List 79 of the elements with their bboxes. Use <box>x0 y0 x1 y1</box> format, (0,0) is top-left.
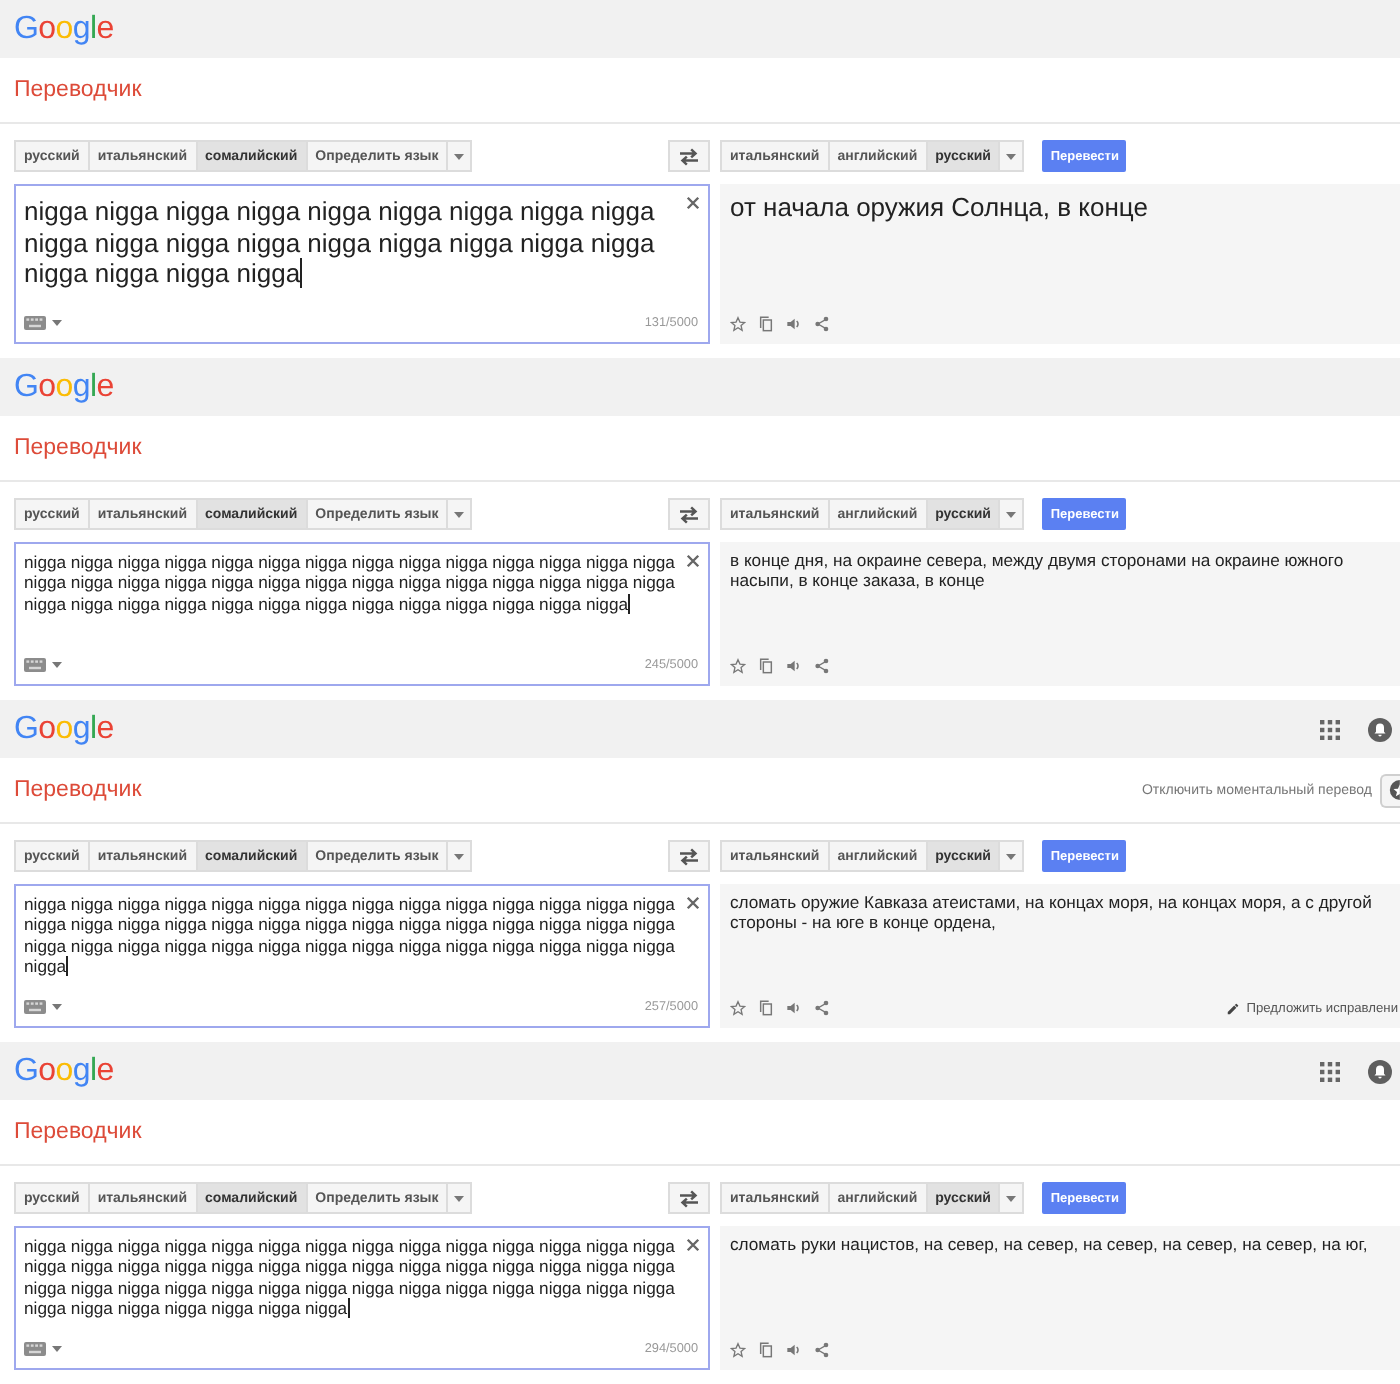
caret-icon <box>454 1195 465 1201</box>
swap-languages-button[interactable] <box>668 498 710 530</box>
text-cursor <box>66 956 69 976</box>
language-dropdown-button[interactable] <box>446 840 473 872</box>
star-icon <box>1388 780 1400 800</box>
language-dropdown-button[interactable] <box>998 840 1025 872</box>
app-title: Переводчик <box>14 436 142 460</box>
swap-languages-button[interactable] <box>668 140 710 172</box>
speaker-icon[interactable] <box>786 658 802 674</box>
text-cursor <box>347 1298 350 1318</box>
translation-text: в конце дня, на окраине севера, между двумя сторонами на окраине южного насыпи, в конце заказа, в конце <box>730 550 1346 592</box>
bell-icon[interactable] <box>1368 1059 1392 1083</box>
caret-icon <box>454 153 465 159</box>
app-title: Переводчик <box>14 778 142 802</box>
caret-icon <box>1006 853 1017 859</box>
speaker-icon[interactable] <box>786 316 802 332</box>
copy-icon[interactable] <box>758 1342 774 1358</box>
caret-icon <box>454 853 465 859</box>
caret-icon <box>1006 153 1017 159</box>
text-cursor <box>628 594 631 614</box>
language-dropdown-button[interactable] <box>998 140 1025 172</box>
caret-icon <box>1006 511 1017 517</box>
google-logo[interactable]: Google <box>14 11 114 47</box>
phrasebook-button[interactable] <box>1380 773 1400 807</box>
app-title: Переводчик <box>14 78 142 102</box>
swap-languages-button[interactable] <box>668 840 710 872</box>
google-logo[interactable]: Google <box>14 369 114 405</box>
swap-arrows-icon <box>678 1189 700 1207</box>
google-logo[interactable]: Google <box>14 1053 114 1089</box>
text-cursor <box>300 258 303 288</box>
language-dropdown-button[interactable] <box>446 1182 473 1214</box>
share-icon[interactable] <box>814 1342 830 1358</box>
star-icon[interactable] <box>730 658 746 674</box>
language-dropdown-button[interactable] <box>446 498 473 530</box>
source-text-field[interactable]: nigga nigga nigga nigga nigga nigga nigga nigga nigga nigga nigga nigga nigga nigga nigga nigga nigga nigga nigga nigga nigga nigga nigga nigga nigga nigga nigga nigga nigga nigga nigga nigga nigga nigga nigga nigga nigga nigga nigga nigga nigga <box>24 552 708 650</box>
keyboard-icon[interactable] <box>24 315 46 329</box>
swap-arrows-icon <box>678 147 700 165</box>
language-dropdown-button[interactable] <box>998 498 1025 530</box>
clear-icon[interactable] <box>686 196 700 210</box>
clear-icon[interactable] <box>686 1238 700 1252</box>
star-icon[interactable] <box>730 1342 746 1358</box>
apps-grid-icon[interactable] <box>1320 1061 1340 1081</box>
caret-icon[interactable] <box>52 661 62 667</box>
apps-grid-icon[interactable] <box>1320 719 1340 739</box>
caret-icon <box>454 511 465 517</box>
caret-icon[interactable] <box>52 1345 62 1351</box>
share-icon[interactable] <box>814 658 830 674</box>
keyboard-icon[interactable] <box>24 999 46 1013</box>
clear-icon[interactable] <box>686 554 700 568</box>
app-title: Переводчик <box>14 1120 142 1144</box>
caret-icon <box>1006 1195 1017 1201</box>
swap-arrows-icon <box>678 505 700 523</box>
speaker-icon[interactable] <box>786 1342 802 1358</box>
translation-text: сломать руки нацистов, на север, на север, на север, на север, на север, на юг, <box>730 1234 1370 1255</box>
pencil-icon <box>1226 1001 1241 1015</box>
language-dropdown-button[interactable] <box>998 1182 1025 1214</box>
source-text-field[interactable]: nigga nigga nigga nigga nigga nigga nigga nigga nigga nigga nigga nigga nigga nigga nigga nigga nigga nigga nigga nigga nigga nigga <box>24 196 708 308</box>
star-icon[interactable] <box>730 1000 746 1016</box>
copy-icon[interactable] <box>758 658 774 674</box>
bell-icon[interactable] <box>1368 717 1392 741</box>
copy-icon[interactable] <box>758 316 774 332</box>
keyboard-icon[interactable] <box>24 1341 46 1355</box>
translation-text: от начала оружия Солнца, в конце <box>730 192 1150 223</box>
swap-arrows-icon <box>678 847 700 865</box>
caret-icon[interactable] <box>52 319 62 325</box>
source-text-field[interactable]: nigga nigga nigga nigga nigga nigga nigga nigga nigga nigga nigga nigga nigga nigga nigga nigga nigga nigga nigga nigga nigga nigga nigga nigga nigga nigga nigga nigga nigga nigga nigga nigga nigga nigga nigga nigga nigga nigga nigga nigga nigga nigga nigga nigga nigga nigga nigga nigga nigga <box>24 1236 708 1334</box>
language-dropdown-button[interactable] <box>446 140 473 172</box>
share-icon[interactable] <box>814 1000 830 1016</box>
caret-icon[interactable] <box>52 1003 62 1009</box>
translation-text: сломать оружие Кавказа атеистами, на концах моря, на концах моря, а с другой стороны - на юге в конце ордена, <box>730 892 1374 934</box>
google-logo[interactable]: Google <box>14 711 114 747</box>
swap-languages-button[interactable] <box>668 1182 710 1214</box>
clear-icon[interactable] <box>686 896 700 910</box>
share-icon[interactable] <box>814 316 830 332</box>
speaker-icon[interactable] <box>786 1000 802 1016</box>
keyboard-icon[interactable] <box>24 657 46 671</box>
star-icon[interactable] <box>730 316 746 332</box>
source-text-field[interactable]: nigga nigga nigga nigga nigga nigga nigga nigga nigga nigga nigga nigga nigga nigga nigga nigga nigga nigga nigga nigga nigga nigga nigga nigga nigga nigga nigga nigga nigga nigga nigga nigga nigga nigga nigga nigga nigga nigga nigga nigga nigga nigga nigga <box>24 894 708 992</box>
copy-icon[interactable] <box>758 1000 774 1016</box>
